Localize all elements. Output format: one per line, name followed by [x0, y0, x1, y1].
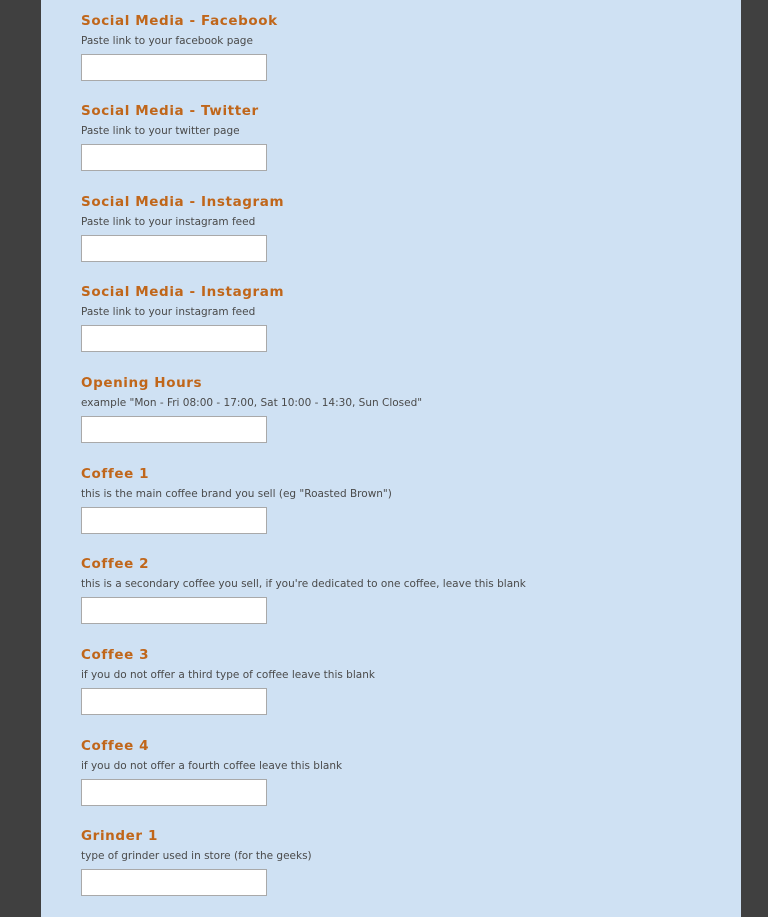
coffee-2-input[interactable]	[81, 597, 267, 624]
coffee-2-help-text: this is a secondary coffee you sell, if …	[81, 578, 526, 590]
grinder-1-label: Grinder 1	[81, 828, 158, 844]
instagram-label: Social Media - Instagram	[81, 194, 285, 210]
form-panel: Social Media - Facebook Paste link to yo…	[41, 0, 741, 917]
facebook-input[interactable]	[81, 54, 267, 81]
coffee-3-help-text: if you do not offer a third type of coff…	[81, 669, 375, 681]
instagram-input[interactable]	[81, 235, 267, 262]
coffee-3-input[interactable]	[81, 688, 267, 715]
facebook-help-text: Paste link to your facebook page	[81, 35, 253, 47]
instagram-2-input[interactable]	[81, 325, 267, 352]
coffee-1-help-text: this is the main coffee brand you sell (…	[81, 488, 392, 500]
opening-hours-label: Opening Hours	[81, 375, 203, 391]
opening-hours-input[interactable]	[81, 416, 267, 443]
twitter-help-text: Paste link to your twitter page	[81, 125, 240, 137]
coffee-4-help-text: if you do not offer a fourth coffee leav…	[81, 760, 343, 772]
coffee-1-label: Coffee 1	[81, 466, 150, 482]
instagram-2-help-text: Paste link to your instagram feed	[81, 306, 256, 318]
instagram-2-label: Social Media - Instagram	[81, 284, 285, 300]
instagram-help-text: Paste link to your instagram feed	[81, 216, 256, 228]
coffee-2-label: Coffee 2	[81, 556, 150, 572]
coffee-4-label: Coffee 4	[81, 738, 150, 754]
twitter-input[interactable]	[81, 144, 267, 171]
coffee-3-label: Coffee 3	[81, 647, 150, 663]
twitter-label: Social Media - Twitter	[81, 103, 259, 119]
grinder-1-help-text: type of grinder used in store (for the g…	[81, 850, 312, 862]
coffee-1-input[interactable]	[81, 507, 267, 534]
coffee-4-input[interactable]	[81, 779, 267, 806]
opening-hours-help-text: example "Mon - Fri 08:00 - 17:00, Sat 10…	[81, 397, 423, 409]
grinder-1-input[interactable]	[81, 869, 267, 896]
facebook-label: Social Media - Facebook	[81, 13, 278, 29]
